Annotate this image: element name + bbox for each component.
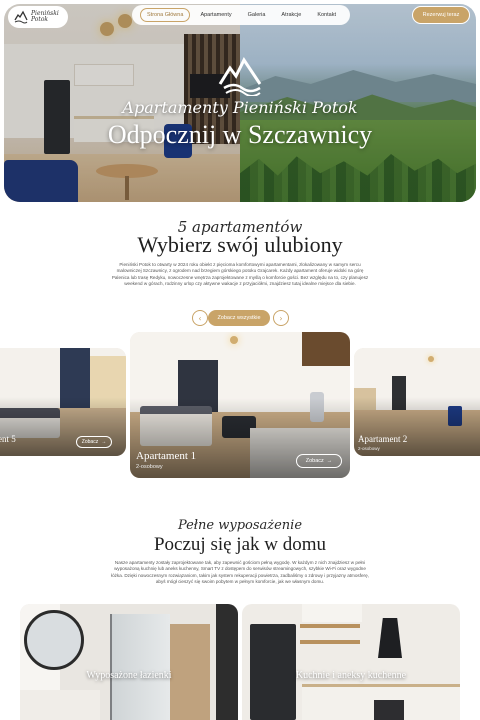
feature-bathrooms-label: Wyposażone łazienki (86, 670, 172, 681)
apartment-card-5-button-label: Zobacz (81, 439, 99, 445)
apartment-card-5[interactable]: ent 5 Zobacz → (0, 348, 126, 456)
apartment-card-2[interactable]: Apartament 2 2-osobowy (354, 348, 480, 456)
apartment-card-1-button-label: Zobacz (305, 458, 324, 464)
carousel-prev-button[interactable]: ‹ (192, 310, 208, 326)
chevron-left-icon: ‹ (198, 313, 202, 323)
feature-kitchens[interactable]: Kuchnie i aneksy kuchenne (242, 604, 460, 720)
logo-icon (14, 10, 28, 24)
arrow-right-icon: → (101, 439, 107, 445)
see-all-apartments-button[interactable]: Zobacz wszystkie (208, 310, 270, 326)
logo-text-line2: Potok (31, 16, 49, 23)
nav-item-apartments[interactable]: Apartamenty (194, 9, 237, 21)
site-logo[interactable]: Pieniński Potok (8, 6, 68, 28)
apartment-card-1[interactable]: Apartament 1 2-osobowy Zobacz → (130, 332, 350, 478)
equipment-title: Poczuj się jak w domu (153, 534, 327, 555)
carousel-next-button[interactable]: › (273, 310, 289, 326)
hero-title: Odpocznij w Szczawnicy (107, 120, 373, 149)
apartment-card-2-capacity: 2-osobowy (358, 446, 380, 451)
hero-logo-icon (218, 57, 262, 96)
apartment-card-1-name: Apartament 1 (136, 450, 197, 462)
apartments-description: Pieniński Potok to otwarty w 2024 roku o… (111, 262, 369, 287)
apartment-card-2-name: Apartament 2 (358, 434, 408, 444)
main-nav: Strona Główna Apartamenty Galeria Atrakc… (132, 5, 350, 25)
equipment-description: Nasze apartamenty zostały zaprojektowane… (111, 560, 369, 585)
hero-brand-name: Apartamenty Pieniński Potok (122, 98, 358, 117)
nav-item-gallery[interactable]: Galeria (242, 9, 272, 21)
apartment-card-5-name: ent 5 (0, 434, 16, 444)
apartment-card-5-button[interactable]: Zobacz → (76, 436, 112, 448)
chevron-right-icon: › (279, 313, 283, 323)
apartment-card-1-capacity: 2-osobowy (136, 464, 163, 470)
apartments-title: Wybierz swój ulubiony (137, 232, 343, 257)
apartment-card-1-button[interactable]: Zobacz → (296, 454, 342, 468)
feature-kitchens-label: Kuchnie i aneksy kuchenne (295, 670, 407, 681)
equipment-script-heading: Pełne wyposażenie (177, 518, 303, 533)
nav-item-contact[interactable]: Kontakt (311, 9, 342, 21)
arrow-right-icon: → (326, 458, 333, 464)
feature-bathrooms[interactable]: Wyposażone łazienki (20, 604, 238, 720)
reserve-button[interactable]: Rezerwuj teraz (412, 6, 470, 24)
nav-item-home[interactable]: Strona Główna (140, 8, 191, 22)
nav-item-attractions[interactable]: Atrakcje (275, 9, 307, 21)
